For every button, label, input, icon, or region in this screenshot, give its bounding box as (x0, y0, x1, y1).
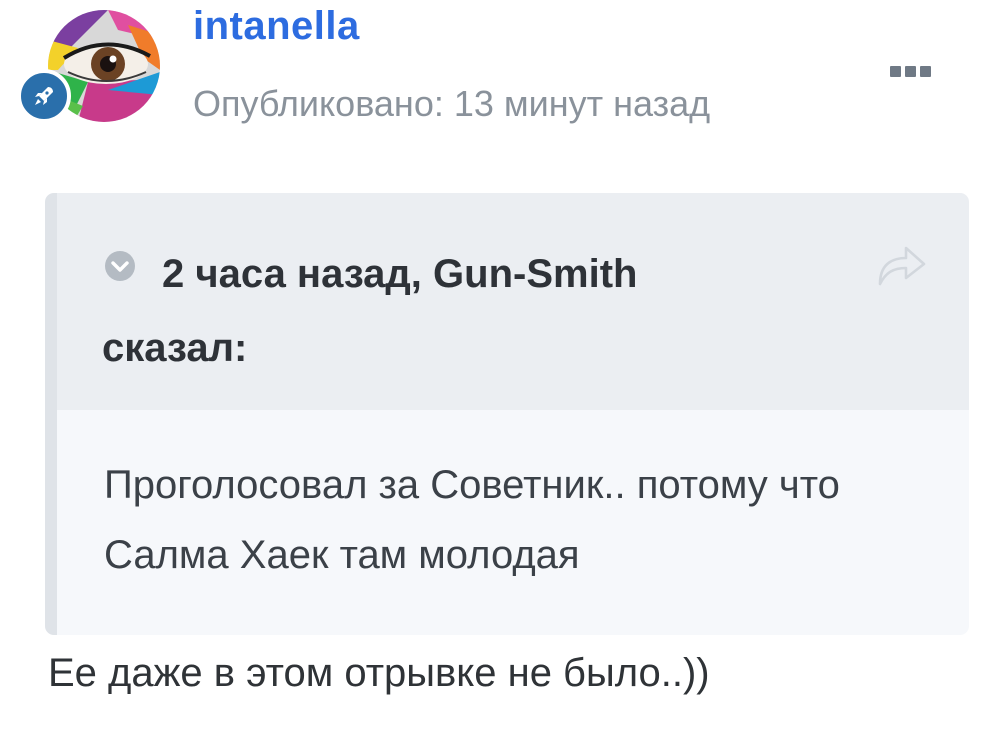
published-timestamp: Опубликовано: 13 минут назад (193, 83, 711, 124)
rank-badge (17, 69, 71, 123)
quote-citation: 2 часа назад, Gun-Smith сказал: (102, 237, 822, 385)
quote-citation-line2: сказал: (102, 326, 248, 370)
quote-citation-line1[interactable]: 2 часа назад, Gun-Smith (162, 252, 637, 296)
post-body-text: Ее даже в этом отрывке не было..)) (48, 651, 710, 695)
ellipsis-dot (905, 65, 916, 77)
rocket-icon (35, 87, 53, 105)
author-name-link[interactable]: intanella (193, 2, 360, 50)
ellipsis-dot (890, 65, 901, 77)
quote-text: Проголосовал за Советник.. потому что Са… (104, 463, 840, 577)
quote-left-border (45, 193, 57, 635)
ellipsis-dot (920, 65, 931, 77)
share-arrow-icon[interactable] (876, 244, 928, 286)
post-header: intanella Опубликовано: 13 минут назад (0, 0, 1000, 170)
ellipsis-icon[interactable] (890, 64, 936, 78)
